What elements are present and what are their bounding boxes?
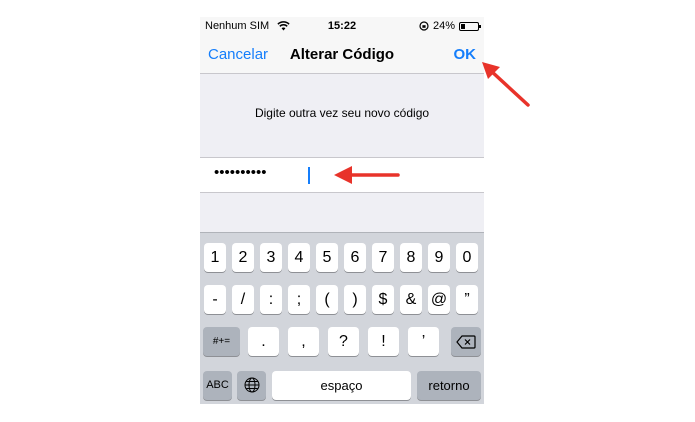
- delete-backspace-icon: [456, 335, 476, 349]
- key-0-row2[interactable]: -: [204, 285, 226, 314]
- key-8-row1[interactable]: 9: [428, 243, 450, 272]
- key-4-row2[interactable]: (: [316, 285, 338, 314]
- battery-percent: 24%: [432, 20, 455, 32]
- key-9-row1-label: 0: [462, 249, 472, 266]
- status-bar: Nenhum SIM 15:22 24%: [200, 17, 484, 36]
- return-key-label: retorno: [428, 378, 470, 393]
- symbols-toggle-key[interactable]: #+=: [203, 327, 240, 356]
- numeric-keyboard: 1 2 3 4 5 6 7 8 9 0 - /:; () $ & @ ” #+=.,?! ’ ABC espaço ret…: [200, 232, 484, 404]
- key-2-row2-label: :: [268, 291, 274, 308]
- key-5-row2-label: ): [352, 291, 358, 308]
- key-0-row3[interactable]: .: [248, 327, 279, 356]
- key-0-row3-label: .: [261, 333, 266, 350]
- key-1-row1[interactable]: 2: [232, 243, 254, 272]
- phone-screen: Nenhum SIM 15:22 24% Cancelar Alterar Có…: [200, 17, 484, 404]
- passcode-prompt: Digite outra vez seu novo código: [254, 106, 430, 120]
- key-5-row1-label: 6: [350, 249, 360, 266]
- key-1-row3-label: ,: [301, 333, 306, 350]
- globe-key[interactable]: [237, 371, 266, 400]
- text-cursor: [308, 167, 310, 184]
- key-0-row1-label: 1: [210, 249, 220, 266]
- abc-key-label: ABC: [206, 379, 229, 391]
- annotation-arrow-ok: [482, 62, 530, 107]
- globe-icon: [244, 377, 259, 393]
- key-2-row1-label: 3: [266, 249, 276, 266]
- key-9-row2[interactable]: ”: [456, 285, 478, 314]
- key-6-row2[interactable]: $: [372, 285, 394, 314]
- key-6-row1-label: 7: [378, 249, 388, 266]
- key-3-row2-label: ;: [296, 291, 302, 308]
- key-7-row1-label: 8: [406, 249, 416, 266]
- key-5-row2[interactable]: ): [344, 285, 366, 314]
- key-1-row2-label: /: [240, 291, 246, 308]
- key-2-row3[interactable]: ?: [328, 327, 359, 356]
- passcode-dots: ••••••••••: [214, 164, 267, 181]
- key-7-row2-label: &: [405, 291, 417, 308]
- navigation-bar: Cancelar Alterar Código OK: [200, 36, 484, 74]
- key-3-row3-label: !: [381, 333, 386, 350]
- return-key[interactable]: retorno: [417, 371, 481, 400]
- key-7-row2[interactable]: &: [400, 285, 422, 314]
- delete-key[interactable]: [451, 327, 481, 356]
- key-8-row2-label: @: [430, 291, 448, 308]
- key-1-row2[interactable]: /: [232, 285, 254, 314]
- battery-icon: [459, 21, 481, 31]
- key-1-row3[interactable]: ,: [288, 327, 319, 356]
- key-9-row2-label: ”: [464, 291, 470, 308]
- key-4-row3[interactable]: ’: [408, 327, 439, 356]
- key-0-row2-label: -: [212, 291, 218, 308]
- key-7-row1[interactable]: 8: [400, 243, 422, 272]
- space-key-label: espaço: [320, 378, 363, 393]
- key-2-row3-label: ?: [339, 333, 348, 350]
- rotation-lock-icon: [419, 21, 429, 31]
- key-2-row2[interactable]: :: [260, 285, 282, 314]
- key-1-row1-label: 2: [238, 249, 248, 266]
- key-2-row1[interactable]: 3: [260, 243, 282, 272]
- key-3-row1[interactable]: 4: [288, 243, 310, 272]
- key-8-row2[interactable]: @: [428, 285, 450, 314]
- key-6-row1[interactable]: 7: [372, 243, 394, 272]
- key-3-row2[interactable]: ;: [288, 285, 310, 314]
- space-key[interactable]: espaço: [272, 371, 411, 400]
- key-9-row1[interactable]: 0: [456, 243, 478, 272]
- key-6-row2-label: $: [378, 291, 388, 308]
- key-4-row2-label: (: [324, 291, 330, 308]
- key-4-row3-label: ’: [421, 333, 426, 350]
- key-0-row1[interactable]: 1: [204, 243, 226, 272]
- key-3-row3[interactable]: !: [368, 327, 399, 356]
- key-4-row1-label: 5: [322, 249, 332, 266]
- page-title: Alterar Código: [289, 46, 395, 63]
- key-3-row1-label: 4: [294, 249, 304, 266]
- key-5-row1[interactable]: 6: [344, 243, 366, 272]
- ok-button[interactable]: OK: [454, 46, 477, 63]
- symbols-toggle-key-label: #+=: [212, 336, 231, 347]
- key-4-row1[interactable]: 5: [316, 243, 338, 272]
- key-8-row1-label: 9: [434, 249, 444, 266]
- annotation-arrow-passcode: [334, 166, 400, 184]
- abc-key[interactable]: ABC: [203, 371, 232, 400]
